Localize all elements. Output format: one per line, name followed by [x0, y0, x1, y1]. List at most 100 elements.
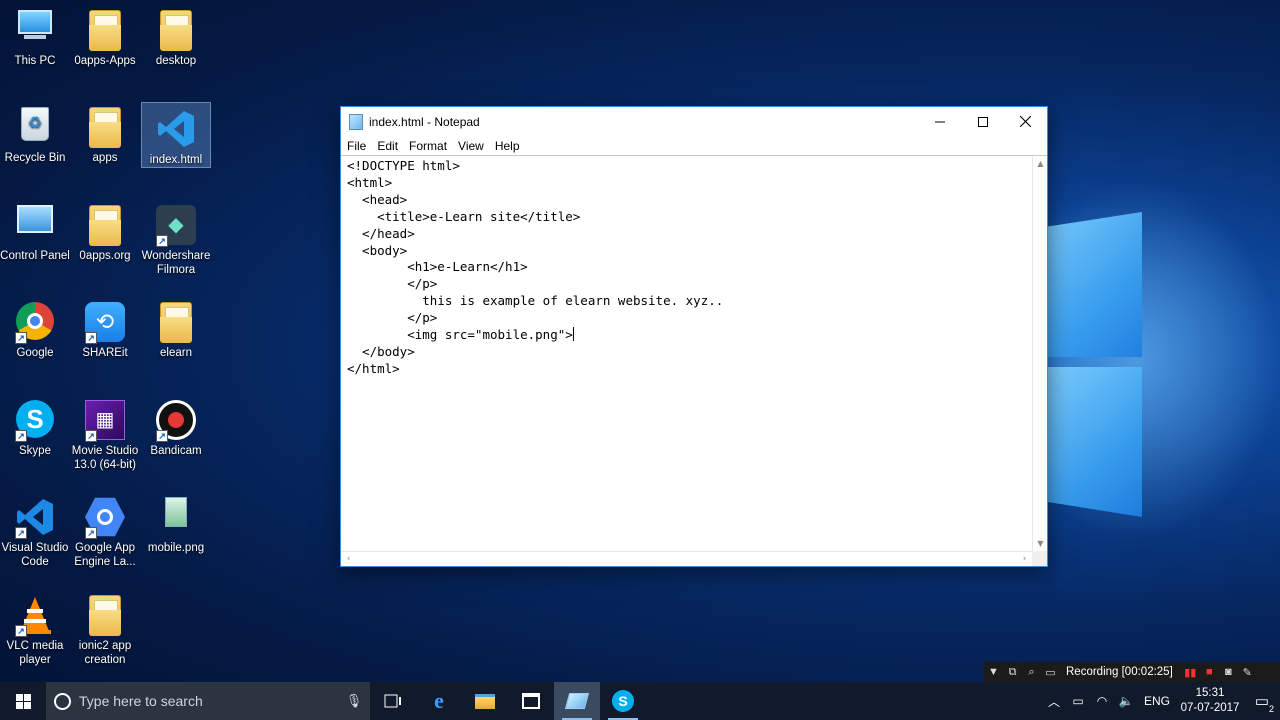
shortcut-arrow-icon: ↗ — [15, 527, 27, 539]
maximize-icon — [977, 116, 988, 127]
wifi-icon[interactable]: ◠ — [1090, 694, 1114, 708]
clock[interactable]: 15:31 07-07-2017 — [1176, 686, 1244, 716]
skype-icon: S ↗ — [15, 400, 55, 442]
windows-logo-icon — [15, 693, 31, 709]
code-line: <img src="mobile.png"> — [347, 327, 573, 343]
notepad-app-icon — [349, 113, 363, 130]
code-line: </body> — [347, 343, 415, 359]
desktop-icon-movie-studio[interactable]: ▦ ↗ Movie Studio 13.0 (64-bit) — [69, 394, 141, 478]
taskbar-notepad[interactable] — [554, 682, 600, 720]
taskbar-edge[interactable]: e — [416, 682, 462, 720]
scroll-right-icon[interactable]: › — [1017, 552, 1032, 567]
shortcut-arrow-icon: ↗ — [15, 332, 27, 344]
minimize-icon — [934, 121, 945, 122]
stop-icon[interactable]: ■ — [1200, 666, 1219, 678]
code-line: </p> — [347, 310, 438, 326]
notepad-icon — [564, 693, 590, 709]
menu-file[interactable]: File — [347, 139, 372, 153]
wallpaper-logo-pane-bottom — [1048, 367, 1142, 517]
desktop-icon-shareit[interactable]: ⟲ ↗ SHAREit — [69, 296, 141, 366]
vlc-icon: ↗ — [15, 595, 55, 637]
menu-format[interactable]: Format — [409, 139, 453, 153]
task-view-button[interactable] — [370, 682, 416, 720]
folder-icon — [85, 107, 125, 148]
horizontal-scrollbar[interactable]: ‹ › — [341, 551, 1032, 566]
screen-region-icon[interactable]: ▭ — [1041, 666, 1060, 679]
taskbar-file-explorer[interactable] — [462, 682, 508, 720]
image-file-icon — [156, 497, 196, 537]
desktop-icon-desktop[interactable]: desktop — [140, 4, 212, 74]
vscode-file-icon — [156, 109, 196, 149]
filmora-icon: ◆ ↗ — [156, 205, 196, 247]
desktop-icon-elearn[interactable]: elearn — [140, 296, 212, 366]
menu-view[interactable]: View — [458, 139, 490, 153]
notification-icon: ▭ — [1254, 693, 1270, 710]
scroll-down-icon[interactable]: ▼ — [1033, 536, 1048, 551]
folder-icon — [156, 302, 196, 343]
scrollbar-corner — [1032, 551, 1047, 566]
desktop-icon-vlc[interactable]: ↗ VLC media player — [0, 589, 71, 673]
camera-icon[interactable]: ◙ — [1219, 666, 1238, 678]
pencil-icon[interactable]: ✎ — [1238, 666, 1257, 679]
menu-help[interactable]: Help — [495, 139, 526, 153]
microphone-icon[interactable]: 🎙 — [338, 693, 370, 709]
editor-area: <!DOCTYPE html> <html> <head> <title>e-Le… — [341, 155, 1047, 566]
desktop-icon-0apps-org[interactable]: 0apps.org — [69, 199, 141, 269]
window-title: index.html - Notepad — [369, 114, 480, 129]
zoom-icon[interactable]: ⌕ — [1022, 666, 1041, 679]
desktop-icon-control-panel[interactable]: Control Panel — [0, 199, 71, 283]
desktop-icon-ionic2-app-creation[interactable]: ionic2 app creation — [69, 589, 141, 673]
shortcut-arrow-icon: ↗ — [85, 332, 97, 344]
device-icon[interactable]: ▭ — [1066, 694, 1090, 708]
start-button[interactable] — [0, 682, 46, 720]
desktop-icon-bandicam[interactable]: ↗ Bandicam — [140, 394, 212, 464]
action-center-button[interactable]: ▭ 2 — [1244, 692, 1280, 714]
desktop-icon-google[interactable]: ↗ Google — [0, 296, 71, 366]
window-mode-icon[interactable]: ⧉ — [1003, 666, 1022, 679]
desktop-icon-apps[interactable]: apps — [69, 101, 141, 171]
folder-icon — [156, 10, 196, 51]
desktop-icon-mobile-png[interactable]: mobile.png — [140, 491, 212, 561]
recording-timer: Recording [00:02:25] — [1066, 666, 1173, 678]
menu-edit[interactable]: Edit — [377, 139, 404, 153]
code-line: </html> — [347, 360, 400, 376]
desktop-icon-recycle-bin[interactable]: ♻ Recycle Bin — [0, 101, 71, 171]
recording-toolbar: ▼ ⧉ ⌕ ▭ Recording [00:02:25] ▮▮ ■ ◙ ✎ — [984, 662, 1280, 682]
taskbar-search[interactable]: Type here to search 🎙 — [46, 682, 370, 720]
code-line: <body> — [347, 242, 408, 258]
vscode-icon: ↗ — [15, 497, 55, 539]
scroll-left-icon[interactable]: ‹ — [341, 552, 356, 567]
text-editor[interactable]: <!DOCTYPE html> <html> <head> <title>e-Le… — [341, 156, 1032, 551]
code-line: this is example of elearn website. xyz.. — [347, 293, 724, 309]
language-indicator[interactable]: ENG — [1138, 694, 1176, 708]
search-placeholder: Type here to search — [79, 693, 203, 709]
maximize-button[interactable] — [961, 107, 1004, 136]
desktop-icon-app-engine[interactable]: ↗ Google App Engine La... — [69, 491, 141, 575]
desktop-icon-wondershare-filmora[interactable]: ◆ ↗ Wondershare Filmora — [140, 199, 212, 283]
shortcut-arrow-icon: ↗ — [15, 625, 27, 637]
collapse-arrow-icon[interactable]: ▼ — [984, 666, 1003, 678]
code-line-with-caret: <img src="mobile.png"> — [347, 327, 1026, 344]
taskbar-store[interactable] — [508, 682, 554, 720]
desktop-icon-this-pc[interactable]: This PC — [0, 4, 71, 74]
taskbar-skype[interactable]: S — [600, 682, 646, 720]
edge-icon: e — [434, 688, 444, 713]
folder-icon — [85, 10, 125, 51]
notepad-title-bar[interactable]: index.html - Notepad — [341, 107, 1047, 136]
desktop-icon-visual-studio-code[interactable]: ↗ Visual Studio Code — [0, 491, 71, 575]
task-view-icon — [384, 694, 401, 708]
show-hidden-icons-icon[interactable]: ︿ — [1042, 693, 1066, 710]
code-line: </p> — [347, 276, 438, 292]
desktop-icon-skype[interactable]: S ↗ Skype — [0, 394, 71, 464]
wallpaper-logo-pane-top — [1048, 212, 1142, 357]
code-line: <!DOCTYPE html> — [347, 158, 460, 173]
scroll-up-icon[interactable]: ▲ — [1033, 156, 1048, 171]
minimize-button[interactable] — [918, 107, 961, 136]
close-button[interactable] — [1004, 107, 1047, 136]
desktop-icon-index-html[interactable]: index.html — [141, 102, 211, 168]
pause-icon[interactable]: ▮▮ — [1181, 666, 1200, 679]
volume-icon[interactable]: 🔈 — [1114, 694, 1138, 708]
notepad-window[interactable]: index.html - Notepad File Edit Format Vi… — [340, 106, 1048, 567]
vertical-scrollbar[interactable]: ▲ ▼ — [1032, 156, 1047, 551]
desktop-icon-0apps-apps[interactable]: 0apps-Apps — [69, 4, 141, 74]
